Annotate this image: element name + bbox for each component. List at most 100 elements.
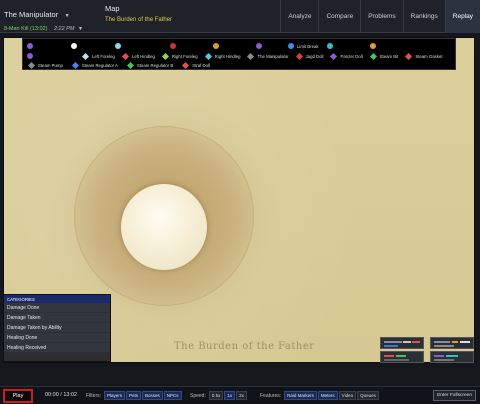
diamond-icon [27,61,36,69]
boss-selector[interactable]: The Manipulator ▼ 8-Man Kill (13:02) 2:2… [4,4,83,32]
player-marker-icon [369,43,376,49]
arena-center-platform [121,184,207,270]
legend-row-1: Limit Break [27,41,376,51]
diamond-icon [161,52,169,60]
player-marker-icon [115,43,121,49]
playback-time: 00:00 / 13:02 [45,392,78,398]
tab-analyze[interactable]: Analyze [280,0,318,33]
player-marker-icon [170,43,176,49]
legend-item[interactable] [326,43,333,49]
filter-players[interactable]: Players [104,391,126,400]
speed-2x[interactable]: 2x [236,391,247,400]
map-header: Map The Burden of the Father [105,4,172,23]
legend-item-limit-break[interactable]: Limit Break [288,43,319,49]
legend-item-steam-pump[interactable]: Steam Pump [27,61,63,69]
legend-item[interactable] [213,43,219,49]
limit-break-marker-icon [288,43,294,49]
diamond-icon [330,52,338,60]
features-group: Features: Raid Markers Meters Video Queu… [260,391,380,400]
category-damage-taken-by-ability[interactable]: Damage Taken by Ability [4,323,110,333]
diamond-icon [182,61,190,69]
chevron-down-icon[interactable]: ▼ [65,13,70,19]
categories-header: Categories [4,295,110,303]
feature-meters[interactable]: Meters [317,391,338,400]
filter-bosses[interactable]: Bosses [142,391,163,400]
actor-legend: Limit Break Left Foreleg Left Hindleg Ri… [22,38,456,70]
tab-rankings[interactable]: Rankings [402,0,445,33]
diamond-icon [121,52,129,60]
speed-0-5x[interactable]: 0.5x [208,391,224,400]
legend-item-straf-doll[interactable]: Straf Doll [181,61,210,69]
legend-item-steam-bit[interactable]: Steam Bit [369,52,398,60]
minimap-panel [380,337,476,365]
legend-item[interactable] [27,43,33,49]
fight-selector[interactable]: 8-Man Kill (13:02) [4,26,47,32]
playback-bar: Play 00:00 / 13:02 Filters: Players Pets… [0,386,480,404]
legend-item-right-foreleg[interactable]: Right Foreleg [161,52,198,60]
filters-label: Filters: [86,392,101,399]
legend-item-the-manipulator[interactable]: The Manipulator [246,52,289,60]
map-watermark: The Burden of the Father [174,341,315,352]
category-healing-received[interactable]: Healing Received [4,343,110,353]
diamond-icon [295,52,303,60]
legend-item-panzer-doll[interactable]: Panzer Doll [329,52,363,60]
categories-panel: Categories Damage Done Damage Taken Dama… [3,294,111,362]
diamond-icon [71,61,79,69]
main-tabs: Analyze Compare Problems Rankings Replay [280,0,480,33]
player-marker-icon [213,43,219,49]
map-title: Map [105,4,120,13]
player-marker-icon [256,43,262,49]
feature-video[interactable]: Video [338,391,357,400]
player-marker-icon [27,53,33,59]
legend-item[interactable] [71,43,77,49]
chevron-down-icon[interactable]: ▼ [78,26,83,32]
replay-app: The Manipulator ▼ 8-Man Kill (13:02) 2:2… [0,0,480,404]
play-button[interactable]: Play [3,389,33,403]
filter-pets[interactable]: Pets [126,391,142,400]
player-marker-icon [326,43,333,49]
diamond-icon [369,52,377,60]
top-bar: The Manipulator ▼ 8-Man Kill (13:02) 2:2… [0,0,480,33]
map-subtitle: The Burden of the Father [105,17,173,23]
diamond-icon [405,52,413,60]
diamond-icon [204,52,212,60]
legend-item-left-foreleg[interactable]: Left Foreleg [81,52,115,60]
feature-raid-markers[interactable]: Raid Markers [284,391,317,400]
filter-npcs[interactable]: NPCs [163,391,182,400]
enter-fullscreen-button[interactable]: Enter Fullscreen [433,390,476,401]
legend-item[interactable] [256,43,262,49]
diamond-icon [81,52,90,60]
legend-row-3: Steam Pump Steam Regulator A Steam Regul… [27,60,210,70]
minimap-thumbnail[interactable] [430,337,474,349]
minimap-thumbnail[interactable] [380,337,424,349]
category-damage-taken[interactable]: Damage Taken [4,313,110,323]
diamond-icon [126,61,134,69]
fight-time[interactable]: 2:22 PM [54,26,74,32]
speed-group: Speed: 0.5x 1x 2x [190,391,248,400]
tab-compare[interactable]: Compare [318,0,360,33]
category-healing-done[interactable]: Healing Done [4,333,110,343]
tab-problems[interactable]: Problems [360,0,402,33]
legend-item[interactable] [27,53,33,59]
speed-label: Speed: [190,392,206,399]
legend-item-right-hindleg[interactable]: Right Hindleg [204,52,240,60]
legend-item[interactable] [369,43,376,49]
category-damage-done[interactable]: Damage Done [4,303,110,313]
minimap-thumbnail[interactable] [380,351,424,363]
speed-1x[interactable]: 1x [224,391,236,400]
feature-queues[interactable]: Queues [357,391,379,400]
diamond-icon [247,52,255,60]
player-marker-icon [27,43,33,49]
legend-item-steam-gasket[interactable]: Steam Gasket [404,52,443,60]
legend-item[interactable] [170,43,176,49]
features-label: Features: [260,392,282,399]
legend-item-left-hindleg[interactable]: Left Hindleg [121,52,155,60]
legend-item-jagd-doll[interactable]: Jagd Doll [295,52,323,60]
filters-group: Filters: Players Pets Bosses NPCs [86,391,183,400]
tab-replay[interactable]: Replay [444,0,480,33]
minimap-thumbnail[interactable] [430,351,474,363]
legend-item[interactable] [115,43,121,49]
boss-name[interactable]: The Manipulator [4,10,58,19]
legend-item-steam-regulator-a[interactable]: Steam Regulator A [71,61,118,69]
legend-item-steam-regulator-b[interactable]: Steam Regulator B [126,61,173,69]
